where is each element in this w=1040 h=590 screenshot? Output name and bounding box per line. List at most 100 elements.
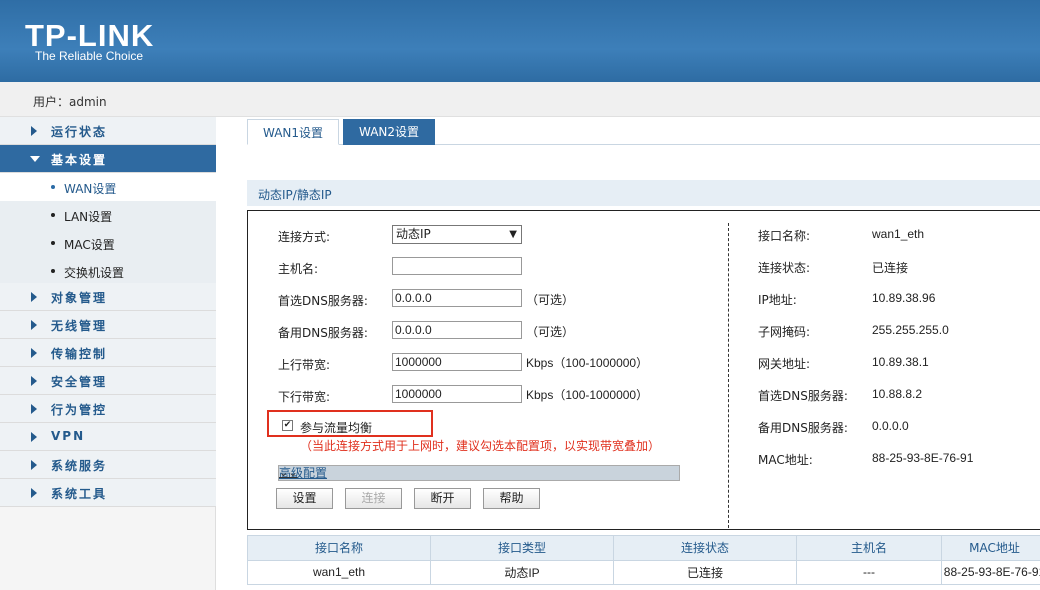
sidebar-item-label: 无线管理 bbox=[51, 319, 108, 333]
sidebar-item-wireless[interactable]: 无线管理 bbox=[0, 311, 216, 339]
bullet-icon bbox=[51, 269, 55, 273]
advanced-config-toggle[interactable]: 高级配置 ⌄⌄ bbox=[278, 465, 680, 481]
sidebar-item-label: 对象管理 bbox=[51, 291, 108, 305]
table-cell: 已连接 bbox=[613, 559, 797, 585]
sidebar-item-label: 传输控制 bbox=[51, 347, 108, 361]
sidebar-item-label: 系统服务 bbox=[51, 459, 108, 473]
dns1-input[interactable]: 0.0.0.0 bbox=[392, 289, 522, 307]
caret-right-icon bbox=[31, 404, 37, 414]
upload-bandwidth-label: 上行带宽: bbox=[278, 358, 331, 372]
table-cell: 动态IP bbox=[430, 559, 614, 585]
dns1-note: （可选） bbox=[526, 293, 575, 307]
sidebar-item-label: 运行状态 bbox=[51, 125, 108, 139]
sidebar-item-objects[interactable]: 对象管理 bbox=[0, 283, 216, 311]
dns1-label: 首选DNS服务器: bbox=[278, 294, 368, 308]
table-cell: 88-25-93-8E-76-91 bbox=[941, 559, 1040, 585]
dns2-input[interactable]: 0.0.0.0 bbox=[392, 321, 522, 339]
connect-button[interactable]: 连接 bbox=[345, 488, 402, 509]
tab-wan2[interactable]: WAN2设置 bbox=[343, 119, 435, 145]
tab-wan1[interactable]: WAN1设置 bbox=[247, 119, 339, 145]
status-dns1-value: 10.88.8.2 bbox=[872, 387, 923, 401]
bullet-icon bbox=[51, 241, 55, 245]
sidebar-subitem-mac[interactable]: MAC设置 bbox=[0, 229, 216, 257]
dns2-note: （可选） bbox=[526, 325, 575, 339]
caret-right-icon bbox=[31, 320, 37, 330]
sidebar-item-basic-settings[interactable]: 基本设置 bbox=[0, 145, 216, 173]
caret-right-icon bbox=[31, 292, 37, 302]
sidebar-item-transfer[interactable]: 传输控制 bbox=[0, 339, 216, 367]
sidebar-item-tools[interactable]: 系统工具 bbox=[0, 479, 216, 507]
status-mask-label: 子网掩码: bbox=[758, 325, 811, 339]
load-balance-label: 参与流量均衡 bbox=[300, 421, 373, 435]
table-header-row: 接口名称 接口类型 连接状态 主机名 MAC地址 bbox=[247, 535, 1040, 561]
caret-right-icon bbox=[31, 488, 37, 498]
status-mac-label: MAC地址: bbox=[758, 453, 813, 467]
sidebar-subitem-label: MAC设置 bbox=[64, 238, 115, 252]
section-title: 动态IP/静态IP bbox=[258, 188, 332, 202]
status-dns1-label: 首选DNS服务器: bbox=[758, 389, 848, 403]
sidebar-subitem-label: WAN设置 bbox=[64, 182, 117, 196]
caret-right-icon bbox=[31, 432, 37, 442]
table-cell: --- bbox=[796, 559, 942, 585]
hostname-input[interactable] bbox=[392, 257, 522, 275]
conn-type-select[interactable]: 动态IP ▼ bbox=[392, 225, 522, 244]
current-user: 用户：admin bbox=[33, 95, 107, 109]
caret-right-icon bbox=[31, 348, 37, 358]
table-header: 接口名称 bbox=[247, 535, 431, 561]
sidebar-subitem-wan[interactable]: WAN设置 bbox=[0, 173, 216, 201]
bullet-icon bbox=[51, 213, 55, 217]
bullet-icon bbox=[51, 185, 55, 189]
caret-right-icon bbox=[31, 460, 37, 470]
header: TP-LINK The Reliable Choice bbox=[0, 0, 1040, 82]
conn-type-value: 动态IP bbox=[396, 227, 431, 241]
status-mac-value: 88-25-93-8E-76-91 bbox=[872, 451, 974, 465]
sidebar: 运行状态 基本设置 WAN设置 LAN设置 MAC设置 交换机设置 对象管理 无… bbox=[0, 117, 216, 590]
table-header: 连接状态 bbox=[613, 535, 797, 561]
sidebar-item-security[interactable]: 安全管理 bbox=[0, 367, 216, 395]
sidebar-subitem-lan[interactable]: LAN设置 bbox=[0, 201, 216, 229]
status-ip-label: IP地址: bbox=[758, 293, 797, 307]
caret-down-icon bbox=[30, 156, 40, 162]
sidebar-item-label: VPN bbox=[51, 429, 86, 443]
sidebar-item-status[interactable]: 运行状态 bbox=[0, 117, 216, 145]
table-header: 主机名 bbox=[796, 535, 942, 561]
sidebar-item-vpn[interactable]: VPN bbox=[0, 423, 216, 451]
sidebar-item-services[interactable]: 系统服务 bbox=[0, 451, 216, 479]
upload-bandwidth-input[interactable]: 1000000 bbox=[392, 353, 522, 371]
logo-slogan: The Reliable Choice bbox=[35, 49, 144, 63]
status-iface-value: wan1_eth bbox=[872, 227, 925, 241]
panel-divider bbox=[728, 223, 729, 528]
sidebar-subitem-label: LAN设置 bbox=[64, 210, 113, 224]
status-dns2-label: 备用DNS服务器: bbox=[758, 421, 848, 435]
section-header: 动态IP/静态IP bbox=[247, 180, 1040, 206]
help-button[interactable]: 帮助 bbox=[483, 488, 540, 509]
sidebar-subitem-switch[interactable]: 交换机设置 bbox=[0, 257, 216, 285]
sidebar-item-behavior[interactable]: 行为管控 bbox=[0, 395, 216, 423]
status-iface-label: 接口名称: bbox=[758, 229, 811, 243]
status-dns2-value: 0.0.0.0 bbox=[872, 419, 909, 433]
download-bandwidth-note: Kbps（100-1000000） bbox=[526, 388, 649, 402]
caret-right-icon bbox=[31, 126, 37, 136]
double-chevron-down-icon: ⌄⌄ bbox=[279, 466, 298, 479]
load-balance-tip: （当此连接方式用于上网时，建议勾选本配置项，以实现带宽叠加） bbox=[300, 439, 661, 453]
sidebar-subitem-label: 交换机设置 bbox=[64, 266, 125, 280]
disconnect-button[interactable]: 断开 bbox=[414, 488, 471, 509]
table-row[interactable]: wan1_eth 动态IP 已连接 --- 88-25-93-8E-76-91 bbox=[247, 559, 1040, 585]
sidebar-item-label: 基本设置 bbox=[51, 153, 108, 167]
load-balance-checkbox[interactable]: ✔ bbox=[282, 420, 293, 431]
status-gateway-label: 网关地址: bbox=[758, 357, 811, 371]
status-ip-value: 10.89.38.96 bbox=[872, 291, 936, 305]
table-cell: wan1_eth bbox=[247, 559, 431, 585]
dropdown-arrow-icon: ▼ bbox=[509, 229, 517, 240]
sidebar-item-label: 行为管控 bbox=[51, 403, 108, 417]
hostname-label: 主机名: bbox=[278, 262, 319, 276]
download-bandwidth-input[interactable]: 1000000 bbox=[392, 385, 522, 403]
status-conn-label: 连接状态: bbox=[758, 261, 811, 275]
caret-right-icon bbox=[31, 376, 37, 386]
tab-bar: WAN1设置 WAN2设置 bbox=[247, 117, 1040, 145]
dns2-label: 备用DNS服务器: bbox=[278, 326, 368, 340]
conn-type-label: 连接方式: bbox=[278, 230, 331, 244]
wan-settings-panel: 连接方式: 动态IP ▼ 主机名: 首选DNS服务器: 0.0.0.0 （可选）… bbox=[247, 210, 1040, 530]
set-button[interactable]: 设置 bbox=[276, 488, 333, 509]
sidebar-item-label: 系统工具 bbox=[51, 487, 108, 501]
